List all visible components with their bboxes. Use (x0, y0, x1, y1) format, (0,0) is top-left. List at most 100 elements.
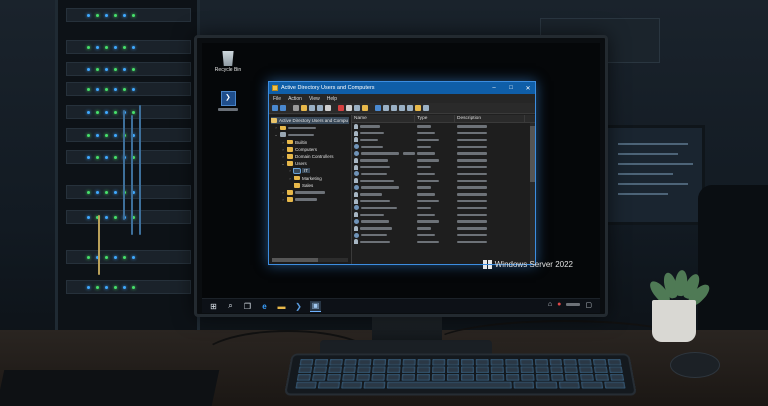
file-explorer-icon[interactable]: ▬ (276, 301, 287, 312)
list-item[interactable] (352, 211, 535, 218)
toolbar-tool-icon[interactable] (391, 105, 397, 111)
redacted-description (457, 193, 487, 196)
tree-item-users[interactable]: ⌄ Users (271, 160, 349, 167)
toolbar-tool-icon[interactable] (309, 105, 315, 111)
task-view-icon[interactable]: ❐ (242, 301, 253, 312)
tree-item-builtin[interactable]: › Builtin (271, 139, 349, 146)
tree-root[interactable]: Active Directory Users and Compu (271, 117, 349, 125)
toolbar-tool-icon[interactable] (407, 105, 413, 111)
column-name[interactable]: Name (352, 115, 415, 122)
keyboard-key (417, 359, 431, 366)
column-type[interactable]: Type (415, 115, 455, 122)
user-icon (354, 178, 358, 184)
keyboard-key (357, 366, 372, 374)
tree-item-domain-controllers[interactable]: › Domain Controllers (271, 153, 349, 160)
menu-help[interactable]: Help (327, 96, 337, 102)
keyboard-key (513, 381, 535, 389)
maximize-button[interactable]: □ (504, 82, 518, 94)
list-item[interactable] (352, 150, 535, 157)
status-led (105, 191, 108, 194)
list-item[interactable] (352, 177, 535, 184)
horizontal-scrollbar[interactable] (272, 258, 348, 262)
list-item[interactable] (352, 191, 535, 198)
menu-file[interactable]: File (273, 96, 281, 102)
list-item[interactable] (352, 157, 535, 164)
list-item[interactable] (352, 123, 535, 130)
tree-item-sales[interactable]: Sales (271, 182, 349, 189)
tree-item-marketing[interactable]: › Marketing (271, 175, 349, 182)
redacted-type (417, 227, 431, 230)
menu-action[interactable]: Action (288, 96, 302, 102)
status-led (132, 256, 135, 259)
close-button[interactable]: ✕ (521, 82, 535, 94)
redacted-name (360, 240, 390, 244)
column-description[interactable]: Description (455, 115, 525, 122)
network-icon[interactable]: ⌂ (548, 301, 552, 309)
user-icon (354, 239, 358, 245)
tree-item-it[interactable]: › IT (271, 167, 349, 175)
list-item[interactable] (352, 239, 535, 246)
toolbar-tool-icon[interactable] (325, 105, 331, 111)
toolbar-tool-icon[interactable] (383, 105, 389, 111)
toolbar-tool-icon[interactable] (346, 105, 352, 111)
recycle-bin-shortcut[interactable]: Recycle Bin (210, 51, 246, 73)
status-led (114, 156, 117, 159)
list-item[interactable] (352, 130, 535, 137)
redacted-label (288, 126, 316, 130)
keyboard-key (387, 366, 401, 374)
powershell-shortcut[interactable]: ❯ (210, 91, 246, 111)
tree-item-redacted[interactable]: › (271, 196, 349, 203)
keyboard-key (594, 366, 608, 374)
toolbar-tool-icon[interactable] (280, 105, 286, 111)
start-button[interactable]: ⊞ (208, 301, 219, 312)
powershell-taskbar-icon[interactable]: ❯ (293, 301, 304, 312)
redacted-description (457, 145, 487, 149)
redacted-name (403, 152, 415, 155)
browser-icon[interactable]: e (259, 301, 270, 312)
redacted-name (361, 145, 383, 149)
alert-icon[interactable]: ● (557, 301, 561, 309)
tree-saved-queries[interactable]: › (271, 124, 349, 131)
redacted-name (361, 206, 397, 210)
keyboard-row (295, 381, 626, 389)
redacted-type (417, 152, 435, 155)
list-item[interactable] (352, 171, 535, 178)
tree-domain[interactable]: ⌄ (271, 131, 349, 138)
list-item[interactable] (352, 164, 535, 171)
list-item[interactable] (352, 225, 535, 232)
toolbar-tool-icon[interactable] (317, 105, 323, 111)
list-item[interactable] (352, 184, 535, 191)
status-led (132, 14, 135, 17)
list-item[interactable] (352, 205, 535, 212)
list-item[interactable] (352, 198, 535, 205)
console-tree: Active Directory Users and Compu › ⌄ › B… (269, 115, 352, 264)
toolbar-tool-icon[interactable] (293, 105, 299, 111)
list-header: Name Type Description (352, 115, 535, 123)
tree-item-redacted[interactable]: › (271, 189, 349, 196)
toolbar-tool-icon[interactable] (423, 105, 429, 111)
toolbar-tool-icon[interactable] (415, 105, 421, 111)
menu-view[interactable]: View (309, 96, 320, 102)
toolbar-tool-icon[interactable] (338, 105, 344, 111)
list-item[interactable] (352, 232, 535, 239)
list-item[interactable] (352, 218, 535, 225)
status-led (87, 14, 90, 17)
toolbar-tool-icon[interactable] (272, 105, 278, 111)
toolbar-tool-icon[interactable] (375, 105, 381, 111)
status-led (96, 156, 99, 159)
search-icon[interactable]: ⌕ (225, 301, 236, 312)
notification-icon[interactable]: ▢ (585, 301, 592, 309)
title-bar[interactable]: Active Directory Users and Computers – □… (269, 82, 535, 94)
aduc-window[interactable]: Active Directory Users and Computers – □… (268, 81, 536, 265)
list-item[interactable] (352, 143, 535, 150)
tree-item-computers[interactable]: › Computers (271, 146, 349, 153)
toolbar-tool-icon[interactable] (362, 105, 368, 111)
toolbar-tool-icon[interactable] (399, 105, 405, 111)
vertical-scrollbar[interactable] (530, 123, 535, 264)
list-item[interactable] (352, 137, 535, 144)
keyboard-key (578, 359, 592, 366)
toolbar-tool-icon[interactable] (354, 105, 360, 111)
toolbar-tool-icon[interactable] (301, 105, 307, 111)
minimize-button[interactable]: – (487, 82, 501, 94)
aduc-taskbar-icon[interactable]: ▣ (310, 300, 321, 312)
